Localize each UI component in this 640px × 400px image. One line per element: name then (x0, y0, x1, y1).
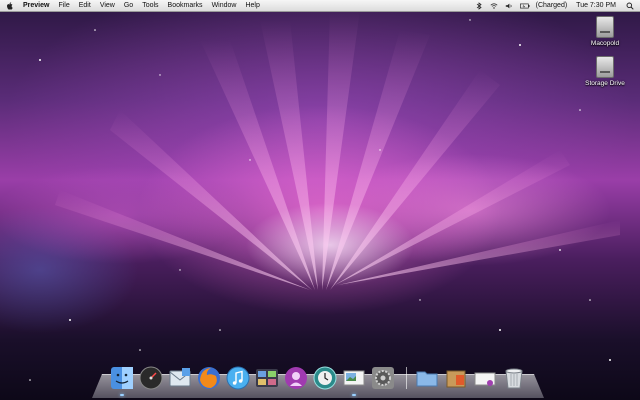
dock-documents-stack[interactable] (473, 366, 497, 390)
dock-downloads-stack[interactable] (444, 366, 468, 390)
downloads-stack-icon (446, 370, 466, 388)
dock-preview[interactable] (342, 366, 366, 396)
bluetooth-icon[interactable] (475, 1, 483, 10)
party-icon (285, 367, 307, 389)
menu-window[interactable]: Window (212, 0, 237, 11)
dashboard-icon (139, 366, 163, 390)
running-indicator (120, 394, 124, 396)
system-preferences-icon (372, 367, 394, 389)
itunes-icon (226, 366, 250, 390)
desktop-icon-label: Macopold (590, 40, 620, 47)
menu-bookmarks[interactable]: Bookmarks (168, 0, 203, 11)
apple-menu-icon[interactable] (6, 1, 14, 10)
desktop-icon-storage-drive[interactable]: Storage Drive (575, 56, 635, 87)
finder-icon (111, 367, 133, 389)
volume-icon[interactable] (505, 2, 513, 10)
dock-itunes[interactable] (226, 366, 250, 390)
dock-separator (406, 367, 407, 389)
dock-time-machine[interactable] (313, 366, 337, 390)
time-machine-icon (313, 366, 337, 390)
menu-view[interactable]: View (100, 0, 115, 11)
spaces-icon (256, 369, 278, 387)
mail-icon (169, 368, 191, 387)
menu-clock[interactable]: Tue 7:30 PM (576, 0, 616, 11)
firefox-icon (198, 367, 220, 389)
desktop-icon-label: Storage Drive (585, 80, 625, 87)
dock (110, 362, 531, 396)
menu-bar: Preview File Edit View Go Tools Bookmark… (0, 0, 640, 12)
wifi-icon[interactable] (490, 2, 498, 10)
spotlight-search-icon[interactable] (626, 2, 634, 10)
running-indicator (352, 394, 356, 396)
hard-drive-icon (596, 16, 614, 38)
menu-edit[interactable]: Edit (79, 0, 91, 11)
menu-tools[interactable]: Tools (142, 0, 158, 11)
dock-firefox[interactable] (197, 366, 221, 390)
dock-applications-stack[interactable] (415, 366, 439, 390)
desktop-icon-macopold[interactable]: Macopold (575, 16, 635, 47)
dock-finder[interactable] (110, 366, 134, 396)
dock-party[interactable] (284, 366, 308, 390)
menu-help[interactable]: Help (245, 0, 259, 11)
dock-system-preferences[interactable] (371, 366, 395, 390)
desktop-wallpaper (0, 0, 640, 400)
battery-status[interactable]: (Charged) (536, 0, 568, 11)
hard-drive-icon (596, 56, 614, 78)
dock-mail[interactable] (168, 366, 192, 390)
dock-dashboard[interactable] (139, 366, 163, 390)
menu-app-preview[interactable]: Preview (23, 0, 49, 11)
menu-go[interactable]: Go (124, 0, 133, 11)
battery-icon[interactable] (519, 2, 530, 10)
dock-trash[interactable] (502, 366, 526, 390)
applications-folder-icon (416, 371, 438, 387)
menu-file[interactable]: File (58, 0, 69, 11)
dock-spaces[interactable] (255, 366, 279, 390)
preview-icon (343, 370, 365, 386)
aurora-rays (29, 10, 620, 381)
documents-stack-icon (474, 372, 496, 386)
trash-icon (505, 368, 523, 389)
